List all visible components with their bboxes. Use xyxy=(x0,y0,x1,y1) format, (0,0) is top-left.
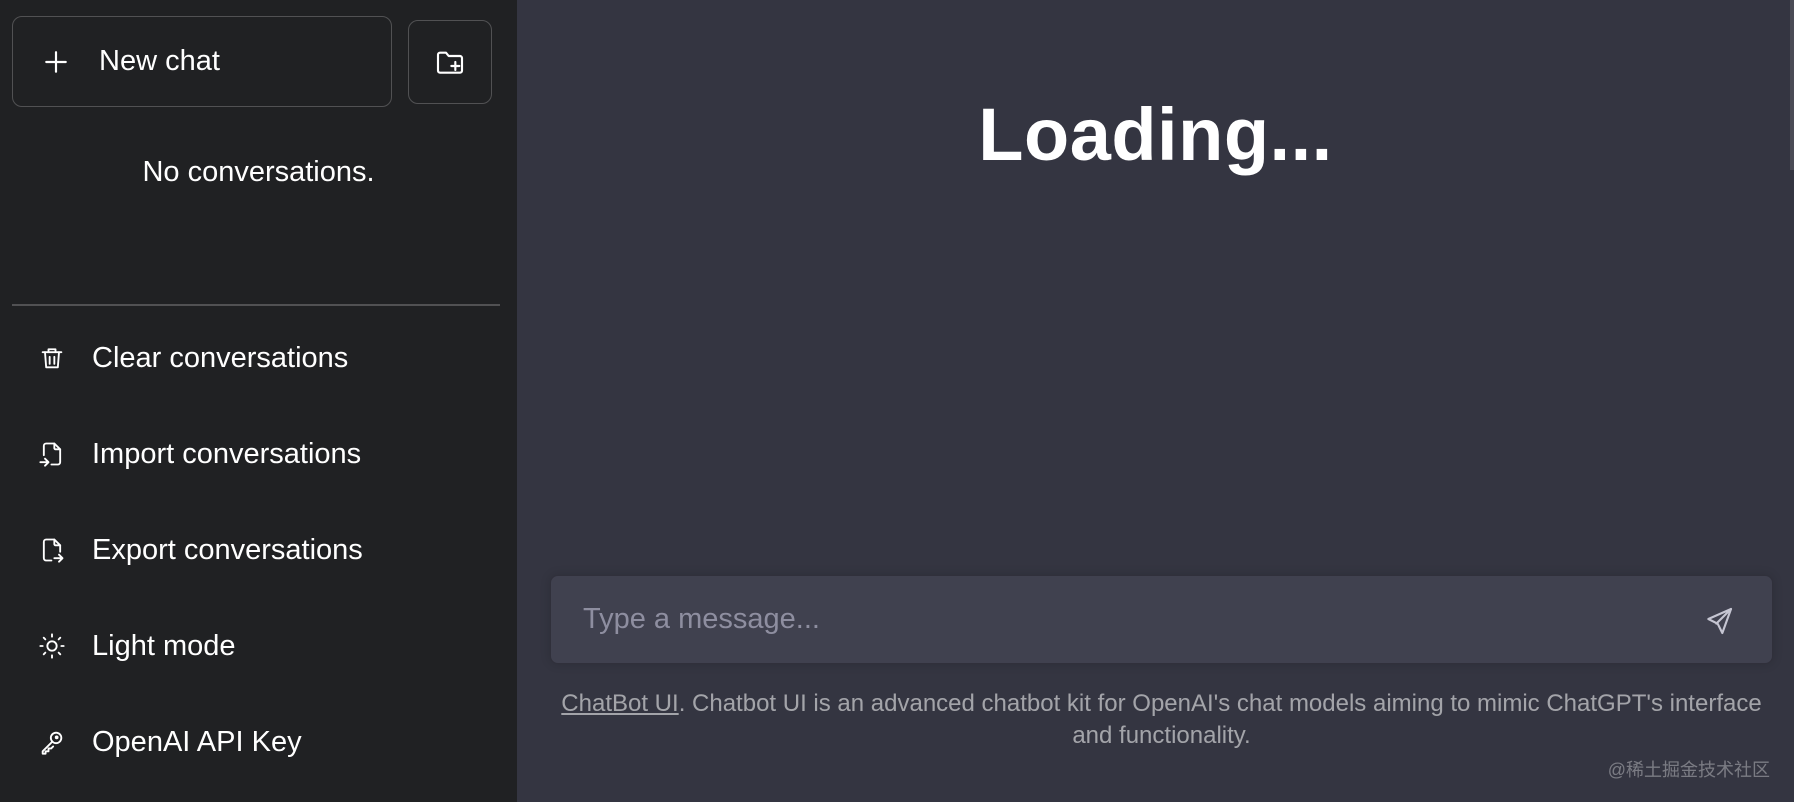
file-import-icon xyxy=(38,440,66,468)
sidebar: New chat No conversations. Clear convers… xyxy=(0,0,517,802)
import-conversations-label: Import conversations xyxy=(92,437,362,470)
folder-plus-icon xyxy=(436,51,464,74)
sun-icon xyxy=(38,632,66,660)
sidebar-divider xyxy=(12,304,500,306)
app: New chat No conversations. Clear convers… xyxy=(0,0,1794,802)
footer-description: . Chatbot UI is an advanced chatbot kit … xyxy=(678,690,1762,749)
trash-icon xyxy=(38,344,66,372)
empty-conversations-text: No conversations. xyxy=(142,156,375,188)
file-export-icon xyxy=(38,536,66,564)
plus-icon xyxy=(45,50,67,73)
footer-text: ChatBot UI. Chatbot UI is an advanced ch… xyxy=(550,688,1773,752)
loading-title: Loading... xyxy=(978,93,1333,176)
message-input[interactable] xyxy=(551,576,1651,663)
watermark: @稀土掘金技术社区 xyxy=(1607,760,1770,780)
key-icon xyxy=(38,728,66,756)
new-chat-button[interactable]: New chat xyxy=(12,16,392,107)
clear-conversations-label: Clear conversations xyxy=(92,341,349,374)
message-composer xyxy=(550,575,1773,664)
new-chat-label: New chat xyxy=(99,45,220,77)
openai-api-key-button[interactable]: OpenAI API Key xyxy=(12,702,500,782)
clear-conversations-button[interactable]: Clear conversations xyxy=(12,318,500,398)
new-folder-button[interactable] xyxy=(408,20,492,104)
send-button[interactable] xyxy=(1702,604,1736,638)
chatbot-ui-link[interactable]: ChatBot UI xyxy=(561,690,678,717)
light-mode-button[interactable]: Light mode xyxy=(12,606,500,686)
export-conversations-button[interactable]: Export conversations xyxy=(12,510,500,590)
openai-api-key-label: OpenAI API Key xyxy=(92,725,302,758)
chat-main: Loading... ChatBot UI. Chatbot UI is an … xyxy=(517,0,1794,802)
send-icon xyxy=(1707,607,1733,635)
import-conversations-button[interactable]: Import conversations xyxy=(12,414,500,494)
light-mode-label: Light mode xyxy=(92,629,236,662)
export-conversations-label: Export conversations xyxy=(92,533,363,566)
